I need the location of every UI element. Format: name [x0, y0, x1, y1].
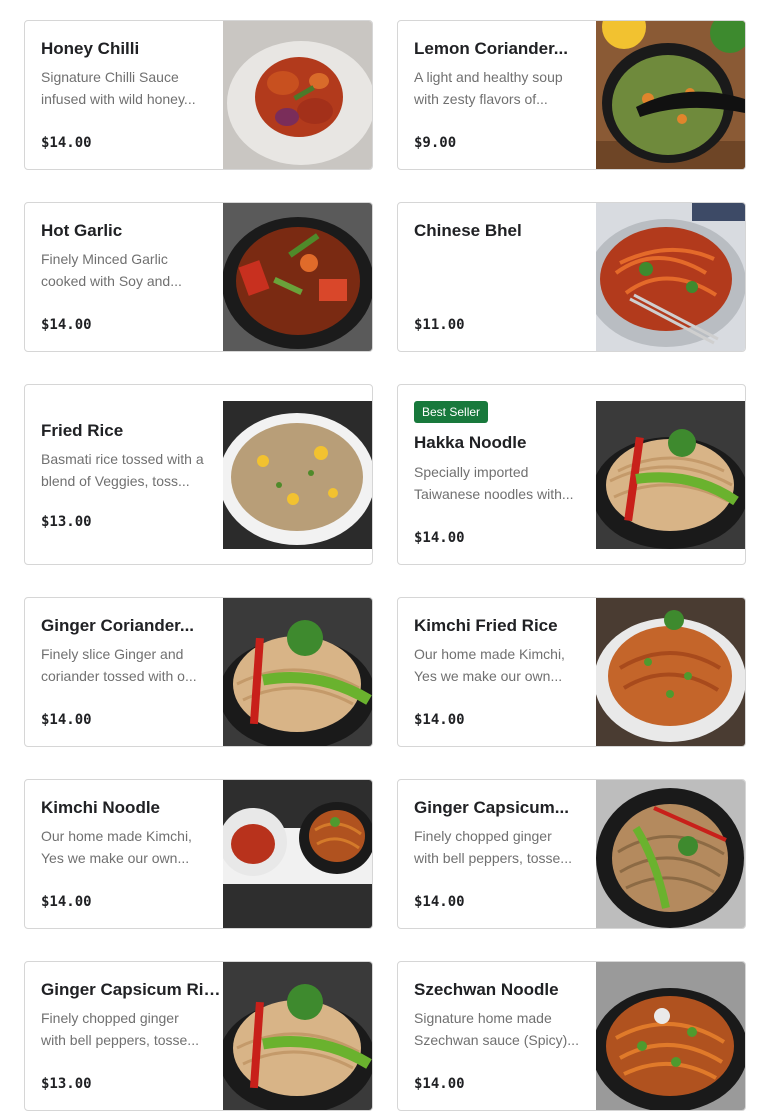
menu-item-description: A light and healthy soup with zesty flav…: [414, 69, 563, 107]
menu-item-price: $13.00: [41, 1076, 92, 1092]
menu-item-price: $14.00: [414, 1076, 465, 1092]
menu-item-price: $14.00: [414, 712, 465, 728]
menu-item-name: Honey Chilli: [41, 39, 140, 58]
menu-item-price: $14.00: [41, 712, 92, 728]
menu-item-name: Lemon Coriander...: [414, 39, 568, 58]
menu-item-card[interactable]: Lemon Coriander... A light and healthy s…: [397, 20, 746, 170]
menu-item-price: $14.00: [41, 317, 92, 333]
szechwan-noodle-photo: [596, 962, 745, 1110]
menu-item-description: [414, 248, 580, 292]
kimchi-noodle-photo: [223, 780, 372, 928]
best-seller-badge: Best Seller: [414, 401, 489, 423]
menu-item-description: Basmati rice tossed with a blend of Vegg…: [41, 451, 204, 489]
menu-item-price: $14.00: [41, 894, 92, 910]
menu-item-card[interactable]: Kimchi Fried Rice Our home made Kimchi, …: [397, 597, 746, 747]
menu-item-description: Finely chopped ginger with bell peppers,…: [414, 828, 572, 866]
kimchi-fried-rice-photo: [596, 598, 745, 746]
menu-item-price: $14.00: [414, 530, 465, 546]
menu-item-card[interactable]: Chinese Bhel $11.00: [397, 202, 746, 352]
menu-item-card[interactable]: Ginger Capsicum Rice Finely chopped ging…: [24, 961, 373, 1111]
honey-chilli-photo: [223, 21, 372, 169]
menu-item-description: Signature Chilli Sauce infused with wild…: [41, 69, 196, 107]
menu-item-card[interactable]: Kimchi Noodle Our home made Kimchi, Yes …: [24, 779, 373, 929]
menu-item-name: Szechwan Noodle: [414, 980, 559, 999]
ginger-capsicum-rice-photo: [223, 962, 372, 1110]
menu-item-price: $14.00: [414, 894, 465, 910]
hot-garlic-photo: [223, 203, 372, 351]
menu-item-price: $13.00: [41, 514, 92, 530]
menu-item-name: Kimchi Fried Rice: [414, 616, 558, 635]
fried-rice-photo: [223, 401, 372, 549]
menu-item-name: Hakka Noodle: [414, 433, 527, 452]
menu-item-description: Signature home made Szechwan sauce (Spic…: [414, 1010, 579, 1048]
menu-item-name: Fried Rice: [41, 421, 124, 440]
menu-item-description: Finely Minced Garlic cooked with Soy and…: [41, 251, 182, 289]
menu-item-name: Ginger Coriander...: [41, 616, 195, 635]
hakka-noodle-photo: [596, 401, 745, 549]
menu-item-description: Specially imported Taiwanese noodles wit…: [414, 464, 574, 502]
menu-item-description: Our home made Kimchi, Yes we make our ow…: [414, 646, 565, 684]
menu-item-card[interactable]: Honey Chilli Signature Chilli Sauce infu…: [24, 20, 373, 170]
menu-item-name: Ginger Capsicum Rice: [41, 980, 221, 999]
lemon-coriander-soup-photo: [596, 21, 745, 169]
menu-item-card[interactable]: Hot Garlic Finely Minced Garlic cooked w…: [24, 202, 373, 352]
menu-item-description: Finely chopped ginger with bell peppers,…: [41, 1010, 199, 1048]
chinese-bhel-photo: [596, 203, 745, 351]
menu-item-name: Chinese Bhel: [414, 221, 522, 240]
menu-item-price: $11.00: [414, 317, 465, 333]
menu-item-name: Ginger Capsicum...: [414, 798, 569, 817]
menu-item-card[interactable]: Szechwan Noodle Signature home made Szec…: [397, 961, 746, 1111]
menu-item-card[interactable]: Ginger Capsicum... Finely chopped ginger…: [397, 779, 746, 929]
menu-item-price: $9.00: [414, 135, 457, 151]
menu-item-name: Hot Garlic: [41, 221, 123, 240]
menu-item-price: $14.00: [41, 135, 92, 151]
menu-item-description: Finely slice Ginger and coriander tossed…: [41, 646, 197, 684]
menu-item-name: Kimchi Noodle: [41, 798, 161, 817]
ginger-capsicum-noodle-photo: [596, 780, 745, 928]
menu-item-card[interactable]: Best Seller Hakka Noodle Specially impor…: [397, 384, 746, 565]
menu-item-card[interactable]: Fried Rice Basmati rice tossed with a bl…: [24, 384, 373, 565]
menu-item-card[interactable]: Ginger Coriander... Finely slice Ginger …: [24, 597, 373, 747]
menu-item-description: Our home made Kimchi, Yes we make our ow…: [41, 828, 192, 866]
ginger-coriander-noodle-photo: [223, 598, 372, 746]
